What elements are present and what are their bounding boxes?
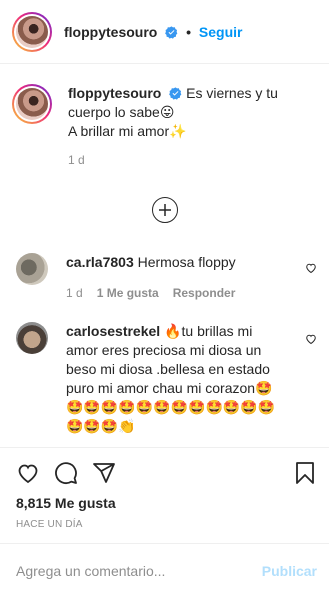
- author-avatar[interactable]: [12, 11, 52, 52]
- comment-timestamp[interactable]: 1 d: [66, 284, 83, 303]
- comment-body: ca.rla7803 Hermosa floppy 1 d 1 Me gusta…: [66, 253, 276, 303]
- reply-button[interactable]: Responder: [173, 284, 236, 303]
- comment-like-heart-icon[interactable]: [305, 333, 317, 345]
- separator-dot: •: [186, 23, 192, 40]
- comment-username[interactable]: ca.rla7803: [66, 254, 134, 270]
- comment-body: carlosestrekel 🔥tu brillas mi amor eres …: [66, 322, 276, 436]
- commenter-avatar[interactable]: [16, 253, 48, 285]
- post-date[interactable]: HACE UN DÍA: [16, 519, 83, 530]
- comment-input[interactable]: [16, 562, 262, 579]
- author-avatar-image: [16, 15, 48, 48]
- comment-like-heart-icon[interactable]: [305, 262, 317, 274]
- publish-button[interactable]: Publicar: [262, 563, 317, 579]
- comment-item: ca.rla7803 Hermosa floppy 1 d 1 Me gusta…: [16, 253, 316, 303]
- add-comment-bar: Publicar: [0, 543, 329, 597]
- action-icons: [16, 461, 116, 485]
- follow-button[interactable]: Seguir: [199, 24, 243, 40]
- comment-meta: 1 d 1 Me gusta Responder: [66, 284, 276, 303]
- comment-likes[interactable]: 1 Me gusta: [97, 284, 159, 303]
- load-more-comments-button[interactable]: [152, 197, 178, 223]
- like-count[interactable]: 8,815 Me gusta: [16, 495, 116, 511]
- caption-timestamp[interactable]: 1 d: [68, 151, 317, 170]
- post-header: floppytesouro • Seguir: [0, 0, 329, 64]
- post-caption: floppytesouro Es viernes y tu cuerpo lo …: [12, 84, 317, 170]
- comment-item: carlosestrekel 🔥tu brillas mi amor eres …: [16, 322, 316, 436]
- comment-text: Hermosa floppy: [137, 254, 236, 270]
- plus-icon: [159, 204, 171, 216]
- verified-badge-icon: [165, 25, 178, 39]
- caption-avatar[interactable]: [12, 84, 52, 124]
- like-heart-icon[interactable]: [16, 461, 40, 485]
- comment-username[interactable]: carlosestrekel: [66, 323, 160, 339]
- commenter-avatar[interactable]: [16, 322, 48, 354]
- caption-username[interactable]: floppytesouro: [68, 85, 161, 101]
- caption-body: floppytesouro Es viernes y tu cuerpo lo …: [68, 84, 317, 170]
- comment-bubble-icon[interactable]: [54, 461, 78, 485]
- caption-verified-badge-icon: [169, 87, 182, 100]
- author-username-text[interactable]: floppytesouro: [64, 24, 157, 40]
- caption-avatar-image: [16, 88, 48, 120]
- comment-text: 🔥tu brillas mi amor eres preciosa mi dio…: [66, 323, 276, 434]
- author-username[interactable]: floppytesouro • Seguir: [64, 24, 243, 40]
- share-paper-plane-icon[interactable]: [92, 461, 116, 485]
- save-bookmark-icon[interactable]: [293, 461, 317, 485]
